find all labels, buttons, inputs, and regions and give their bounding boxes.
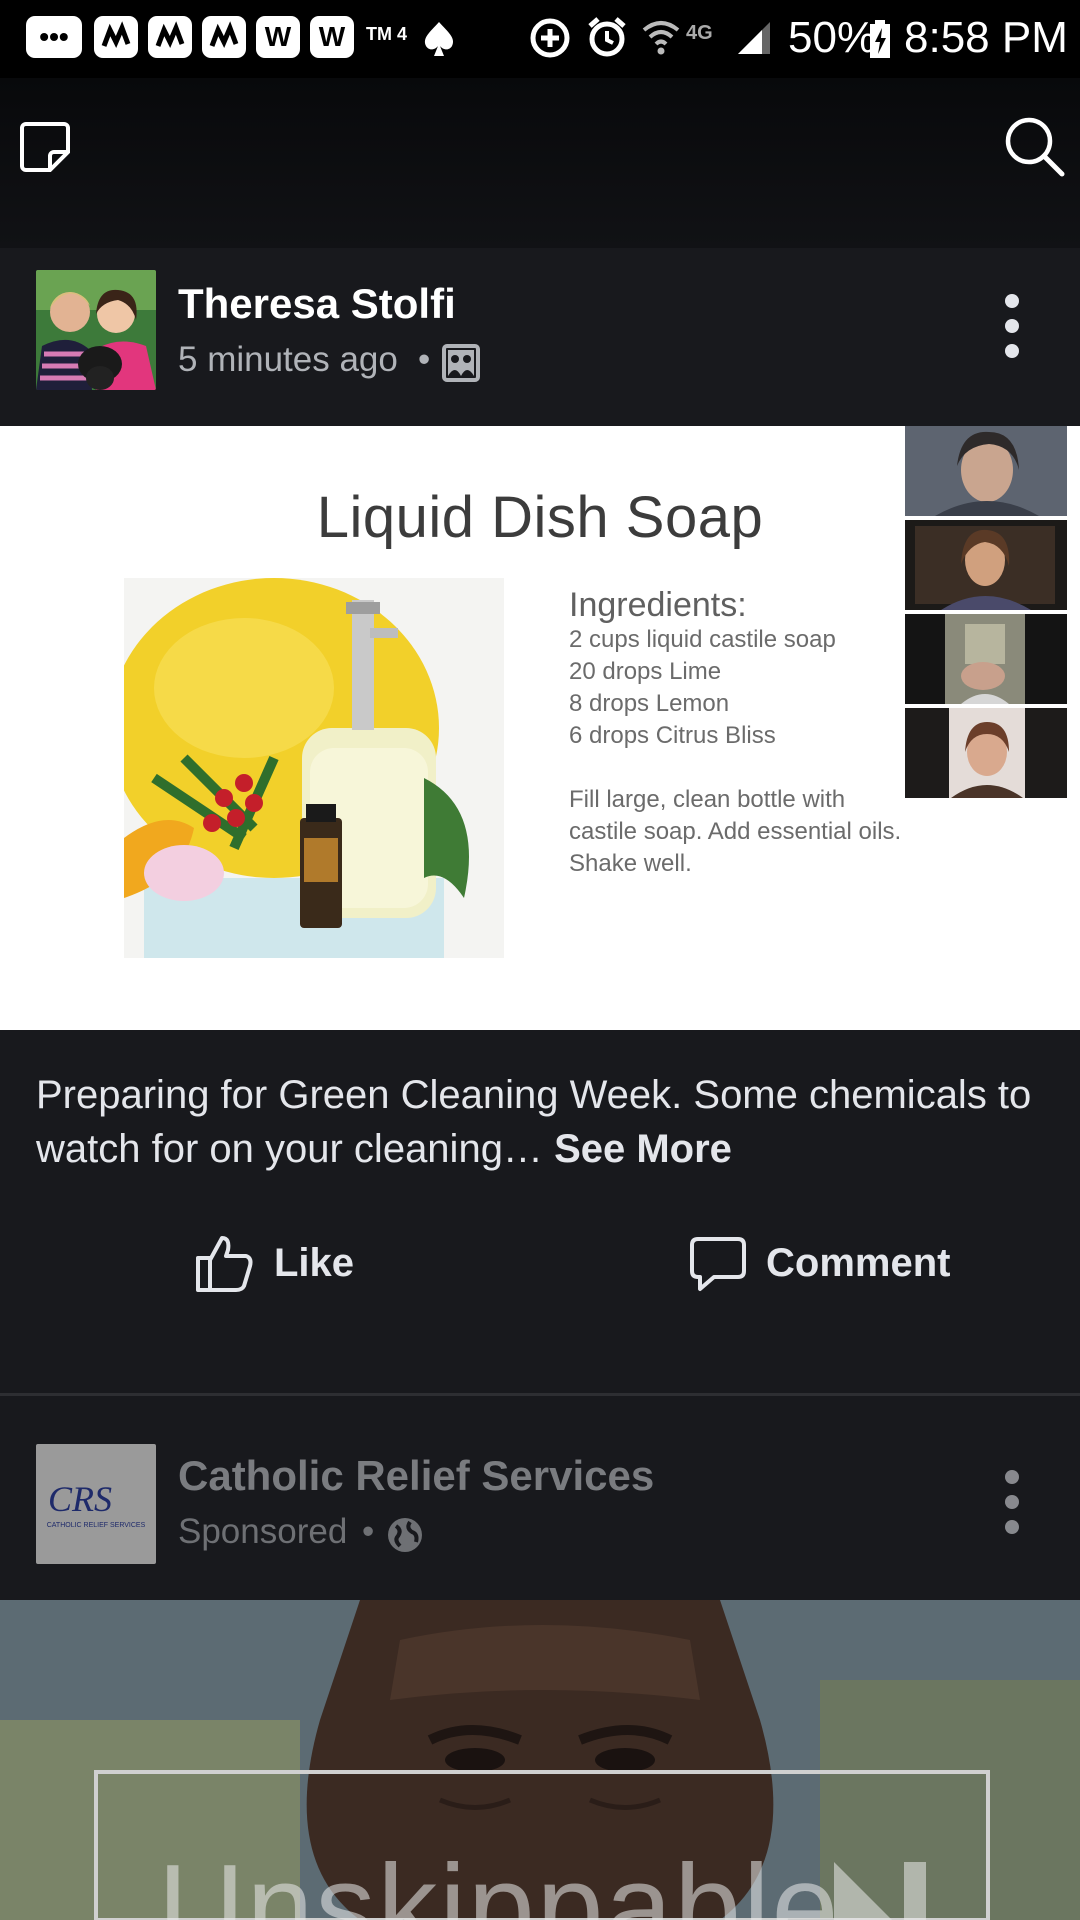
search-icon[interactable] [1004, 116, 1066, 183]
video-participant-tile [905, 426, 1067, 516]
post-header: Theresa Stolfi 5 minutes ago • [0, 248, 1080, 426]
signal-icon [734, 18, 774, 63]
ad-post-header: CRS CATHOLIC RELIEF SERVICES Catholic Re… [0, 1396, 1080, 1600]
ingredient-line: 8 drops Lemon [569, 690, 730, 717]
ad-video-thumbnail[interactable]: Unskippable [0, 1600, 1080, 1920]
comment-icon [690, 1237, 746, 1291]
soap-product-photo [109, 578, 504, 963]
battery-charging-icon [868, 20, 892, 65]
like-icon [196, 1236, 253, 1292]
post-options-button[interactable] [990, 294, 1034, 374]
ingredients-heading: Ingredients: [569, 586, 747, 624]
group-audience-icon [442, 344, 480, 387]
comment-label: Comment [766, 1240, 951, 1285]
tmobile-tuesday-icon: TM 4 [366, 24, 408, 44]
meta-separator: • [418, 340, 431, 379]
video-participant-tile [905, 520, 1067, 610]
spade-icon [418, 18, 460, 65]
ad-overlay-text: Unskippable [158, 1840, 841, 1920]
stories-icon[interactable] [18, 120, 72, 179]
crs-logo-text: CRS [48, 1479, 113, 1519]
post-caption: Preparing for Green Cleaning Week. Some … [36, 1068, 1046, 1176]
sponsored-label[interactable]: Sponsored [178, 1512, 347, 1552]
post-author[interactable]: Theresa Stolfi [178, 280, 456, 328]
meta-separator: • [362, 1512, 375, 1551]
instruction-line: Fill large, clean bottle with [569, 786, 846, 813]
app-notification-icon [94, 16, 138, 58]
clock: 8:58 PM [904, 13, 1068, 62]
globe-icon [386, 1516, 424, 1559]
network-type-label: 4G [686, 22, 713, 44]
wifi-icon [640, 16, 682, 63]
top-bar [0, 78, 1080, 248]
avatar[interactable] [36, 270, 156, 390]
like-button[interactable]: Like [194, 1228, 354, 1298]
comment-button[interactable]: Comment [688, 1228, 950, 1298]
battery-percent: 50% [788, 13, 877, 62]
ad-options-button[interactable] [990, 1470, 1034, 1550]
ingredient-line: 20 drops Lime [569, 658, 722, 685]
ingredient-line: 6 drops Citrus Bliss [569, 722, 776, 749]
advertiser-logo[interactable]: CRS CATHOLIC RELIEF SERVICES [36, 1444, 156, 1564]
instruction-line: castile soap. Add essential oils. [569, 818, 902, 845]
alarm-icon [584, 14, 630, 65]
app-notification-icon [202, 16, 246, 58]
advertiser-name[interactable]: Catholic Relief Services [178, 1452, 654, 1500]
post-image[interactable]: Liquid Dish Soap Ingredients: 2 cups liq… [0, 426, 1080, 1030]
like-label: Like [274, 1240, 355, 1285]
status-bar: ••• W W TM 4 4G 50% 8:58 PM [0, 0, 1080, 78]
app-notification-icon [148, 16, 192, 58]
messages-notification-icon: ••• [26, 16, 82, 58]
w-notification-icon: W [256, 16, 300, 58]
video-participant-tile [905, 708, 1067, 798]
skip-icon [830, 1862, 940, 1920]
w-notification-icon: W [310, 16, 354, 58]
data-saver-icon [528, 16, 572, 65]
caption-text: Preparing for Green Cleaning Week. Some … [36, 1073, 1032, 1171]
instruction-line: Shake well. [569, 850, 692, 877]
video-participant-tile [905, 614, 1067, 704]
crs-logo-subtext: CATHOLIC RELIEF SERVICES [46, 1522, 146, 1529]
ingredient-line: 2 cups liquid castile soap [569, 626, 836, 653]
see-more-link[interactable]: See More [554, 1127, 732, 1171]
post-time[interactable]: 5 minutes ago [178, 340, 398, 380]
